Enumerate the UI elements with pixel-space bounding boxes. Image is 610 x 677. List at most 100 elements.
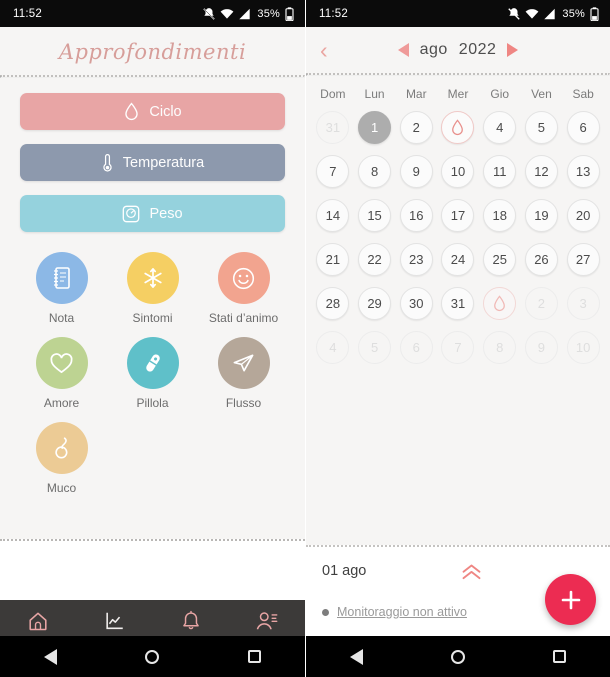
- calendar-day-period[interactable]: [441, 111, 475, 144]
- person-icon: [256, 611, 278, 630]
- calendar-day-number: 27: [575, 252, 591, 267]
- calendar-day[interactable]: 23: [399, 243, 433, 276]
- calendar-day[interactable]: 26: [524, 243, 558, 276]
- calendar-day[interactable]: 2: [399, 111, 433, 144]
- mucus-drop-icon-circle: [35, 422, 88, 474]
- calendar-day-muted[interactable]: 2: [524, 287, 558, 320]
- next-month-button[interactable]: [507, 43, 519, 57]
- calendar-day[interactable]: 20: [566, 199, 600, 232]
- calendar-day-number: 23: [409, 252, 424, 267]
- calendar-day[interactable]: 29: [358, 287, 392, 320]
- year-label: 2022: [458, 41, 497, 58]
- calendar-day-number: 13: [575, 164, 591, 179]
- grid-item-nota[interactable]: Nota: [20, 252, 104, 325]
- pill-temperatura[interactable]: Temperatura: [20, 144, 285, 181]
- heart-icon-circle: [35, 337, 88, 389]
- add-entry-fab[interactable]: [545, 574, 596, 625]
- back-triangle-icon: [350, 648, 364, 665]
- weekday-dom: Dom: [320, 87, 346, 101]
- calendar-day[interactable]: 27: [566, 243, 600, 276]
- calendar-day-muted[interactable]: 3: [566, 287, 600, 320]
- pill-peso[interactable]: Peso: [20, 195, 285, 232]
- prev-month-button[interactable]: [397, 43, 409, 57]
- calendar-day[interactable]: 5: [524, 111, 558, 144]
- calendar-day-muted[interactable]: 4: [316, 331, 350, 364]
- sys-recents-button[interactable]: [224, 636, 284, 677]
- calendar-day-number: 30: [409, 296, 424, 311]
- sys-back-button[interactable]: [327, 636, 387, 677]
- back-button[interactable]: ‹: [320, 38, 328, 62]
- calendar-day-number: 29: [367, 296, 382, 311]
- nav-item-reminders[interactable]: [153, 609, 229, 632]
- status-time-right: 11:52: [319, 7, 348, 20]
- calendar-day[interactable]: 10: [441, 155, 475, 188]
- monitoring-status-text: Monitoraggio non attivo: [337, 605, 467, 619]
- calendar-day[interactable]: 13: [566, 155, 600, 188]
- calendar-day[interactable]: 8: [358, 155, 392, 188]
- calendar-day[interactable]: 17: [441, 199, 475, 232]
- grid-item-muco[interactable]: Muco: [20, 422, 104, 495]
- calendar-day[interactable]: 14: [316, 199, 350, 232]
- nav-item-profile[interactable]: [229, 610, 305, 632]
- calendar-header: ‹ ago 2022: [306, 27, 610, 73]
- smiley-icon: [232, 267, 255, 289]
- calendar-day-number: 7: [454, 340, 462, 355]
- calendar-day-number: 31: [450, 296, 466, 311]
- calendar-day[interactable]: 25: [483, 243, 517, 276]
- battery-percent: 35%: [257, 7, 280, 20]
- grid-label-pillola: Pillola: [136, 396, 169, 410]
- calendar-day[interactable]: 9: [399, 155, 433, 188]
- calendar-day[interactable]: 12: [524, 155, 558, 188]
- calendar-day[interactable]: 15: [358, 199, 392, 232]
- sys-back-button[interactable]: [21, 636, 81, 677]
- calendar-day-muted[interactable]: 7: [441, 331, 475, 364]
- drop-icon: [125, 102, 139, 121]
- sys-home-button[interactable]: [428, 636, 488, 677]
- calendar-day-number: 17: [450, 208, 466, 223]
- calendar-day-muted[interactable]: 8: [483, 331, 517, 364]
- sys-home-button[interactable]: [122, 636, 182, 677]
- expand-card-button[interactable]: [461, 564, 482, 585]
- calendar-day-number: 15: [367, 208, 382, 223]
- status-icons: 35%: [202, 6, 294, 21]
- calendar-day-number: 31: [325, 120, 341, 135]
- grid-item-pillola[interactable]: Pillola: [111, 337, 195, 410]
- grid-item-amore[interactable]: Amore: [20, 337, 104, 410]
- signal-icon: [544, 8, 556, 19]
- calendar-day[interactable]: 6: [566, 111, 600, 144]
- calendar-day[interactable]: 7: [316, 155, 350, 188]
- back-triangle-icon: [44, 648, 58, 665]
- calendar-day[interactable]: 16: [399, 199, 433, 232]
- calendar-day[interactable]: 30: [399, 287, 433, 320]
- calendar-day[interactable]: 4: [483, 111, 517, 144]
- smiley-icon-circle: [217, 252, 270, 304]
- nav-item-statistics[interactable]: [76, 610, 152, 632]
- calendar-day-number: 28: [325, 296, 341, 311]
- calendar-day-muted[interactable]: 10: [566, 331, 600, 364]
- calendar-day-muted[interactable]: 5: [358, 331, 392, 364]
- calendar-day-selected[interactable]: 1: [358, 111, 392, 144]
- grid-item-sintomi[interactable]: Sintomi: [111, 252, 195, 325]
- calendar-day-muted[interactable]: 9: [524, 331, 558, 364]
- pill-ciclo[interactable]: Ciclo: [20, 93, 285, 130]
- calendar-day[interactable]: 31: [441, 287, 475, 320]
- calendar-day[interactable]: 28: [316, 287, 350, 320]
- calendar-day-muted[interactable]: 6: [399, 331, 433, 364]
- grid-item-flusso[interactable]: Flusso: [202, 337, 286, 410]
- calendar-day[interactable]: 19: [524, 199, 558, 232]
- calendar-day[interactable]: 11: [483, 155, 517, 188]
- calendar-day[interactable]: 21: [316, 243, 350, 276]
- calendar-day-muted[interactable]: 31: [316, 111, 350, 144]
- sys-recents-button[interactable]: [529, 636, 589, 677]
- grid-item-stati-danimo[interactable]: Stati d’animo: [202, 252, 286, 325]
- pill-peso-label: Peso: [149, 205, 183, 222]
- nav-item-home[interactable]: [0, 610, 76, 632]
- calendar-day-period-muted[interactable]: [483, 287, 517, 320]
- calendar-day[interactable]: 18: [483, 199, 517, 232]
- mucus-drop-icon: [54, 437, 67, 459]
- calendar-day[interactable]: 24: [441, 243, 475, 276]
- weekday-sab: Sab: [572, 87, 594, 101]
- calendar-day-number: 25: [492, 252, 507, 267]
- weekday-header-row: Dom Lun Mar Mer Gio Ven Sab: [306, 76, 610, 107]
- calendar-day[interactable]: 22: [358, 243, 392, 276]
